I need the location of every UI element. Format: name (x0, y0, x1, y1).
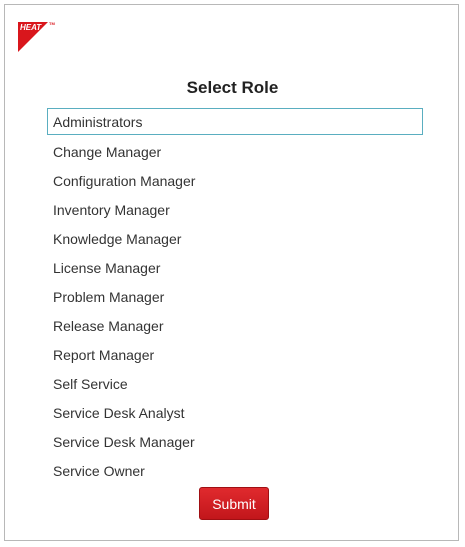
heat-logo-text: HEAT (20, 23, 42, 32)
heat-logo: HEAT TM (18, 21, 55, 52)
role-item-service-desk-manager[interactable]: Service Desk Manager (47, 427, 423, 456)
role-item-administrators[interactable]: Administrators (47, 108, 423, 135)
role-item-inventory-manager[interactable]: Inventory Manager (47, 195, 423, 224)
role-item-service-desk-analyst[interactable]: Service Desk Analyst (47, 398, 423, 427)
role-item-release-manager[interactable]: Release Manager (47, 311, 423, 340)
page-title: Select Role (186, 78, 279, 97)
role-item-change-manager[interactable]: Change Manager (47, 137, 423, 166)
role-item-self-service[interactable]: Self Service (47, 369, 423, 398)
role-item-service-owner[interactable]: Service Owner (47, 456, 423, 485)
role-item-report-manager[interactable]: Report Manager (47, 340, 423, 369)
submit-button[interactable]: Submit (199, 487, 269, 520)
heat-logo-tm: TM (49, 21, 55, 26)
role-item-configuration-manager[interactable]: Configuration Manager (47, 166, 423, 195)
role-item-knowledge-manager[interactable]: Knowledge Manager (47, 224, 423, 253)
role-item-problem-manager[interactable]: Problem Manager (47, 282, 423, 311)
role-item-license-manager[interactable]: License Manager (47, 253, 423, 282)
role-selection-panel: HEAT TM Select Role Administrators Change… (4, 4, 459, 541)
role-list: Administrators Change Manager Configuratio… (47, 108, 423, 485)
